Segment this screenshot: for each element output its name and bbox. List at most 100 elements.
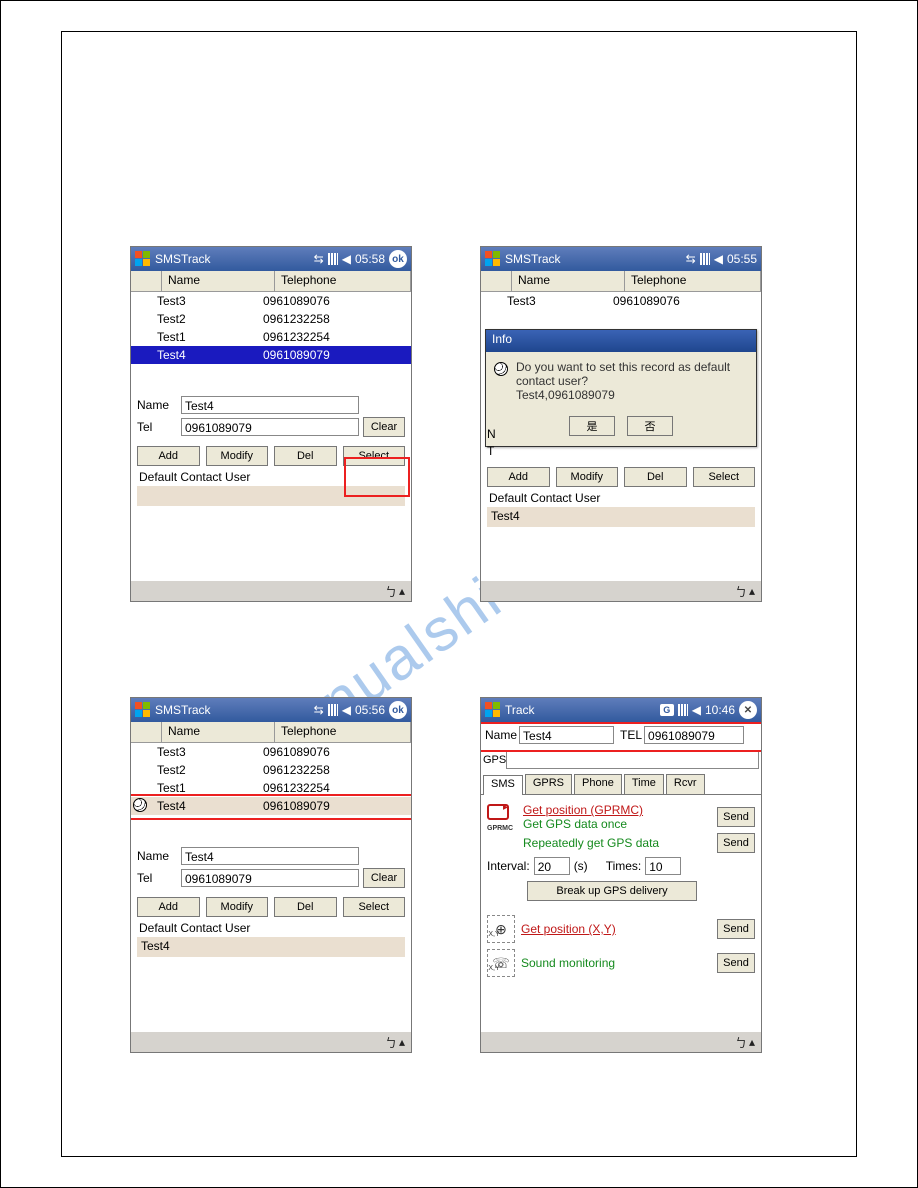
up-icon[interactable]: ▴ <box>749 584 755 598</box>
select-button[interactable]: Select <box>343 897 406 917</box>
default-contact-label: Default Contact User <box>481 489 761 507</box>
add-button[interactable]: Add <box>487 467 550 487</box>
table-header: Name Telephone <box>131 271 411 292</box>
table-row[interactable]: Test2 0961232258 <box>131 761 411 779</box>
name-input[interactable]: Test4 <box>181 847 359 865</box>
table-row[interactable]: Test2 0961232258 <box>131 310 411 328</box>
cell-tel: 0961232254 <box>257 330 411 344</box>
table-row[interactable]: Test1 0961232254 <box>131 779 411 797</box>
select-button[interactable]: Select <box>693 467 756 487</box>
default-contact-value <box>137 486 405 506</box>
cell-name: Test2 <box>151 763 257 777</box>
gps-label: GPS <box>483 754 506 766</box>
tel-label: Tel <box>137 420 177 434</box>
status-icons: ⇆ ◀ 05:58 <box>314 252 385 266</box>
tel-label: TEL <box>614 728 644 742</box>
table-row[interactable]: Test3 0961089076 <box>131 743 411 761</box>
tab-phone[interactable]: Phone <box>574 774 622 794</box>
app-title: Track <box>505 703 535 717</box>
sound-monitoring-text: Sound monitoring <box>521 956 711 970</box>
status-icons: ⇆ ◀ 05:56 <box>314 703 385 717</box>
tab-sms[interactable]: SMS <box>483 775 523 795</box>
up-icon[interactable]: ▴ <box>399 1035 405 1049</box>
up-icon[interactable]: ▴ <box>749 1035 755 1049</box>
default-contact-label: Default Contact User <box>131 919 411 937</box>
name-input[interactable]: Test4 <box>181 396 359 414</box>
add-button[interactable]: Add <box>137 446 200 466</box>
footer: ㄅ ▴ <box>131 579 411 601</box>
col-telephone: Telephone <box>625 271 761 291</box>
ok-button[interactable]: ok <box>389 701 407 719</box>
tel-input[interactable]: 0961089079 <box>644 726 744 744</box>
cell-tel: 0961089079 <box>257 348 411 362</box>
get-position-gprmc-link[interactable]: Get position (GPRMC) <box>523 803 711 817</box>
get-position-xy-link[interactable]: Get position (X,Y) <box>521 922 711 936</box>
ball-icon <box>494 362 508 376</box>
keyboard-icon[interactable]: ㄅ <box>735 583 747 600</box>
table-row[interactable]: Test3 0961089076 <box>131 292 411 310</box>
ball-icon <box>133 798 147 812</box>
add-button[interactable]: Add <box>137 897 200 917</box>
tab-time[interactable]: Time <box>624 774 664 794</box>
gps-input[interactable] <box>506 751 759 769</box>
default-contact-value: Test4 <box>137 937 405 957</box>
cell-name: Test2 <box>151 312 257 326</box>
table-row-selected[interactable]: Test4 0961089079 <box>131 346 411 364</box>
tel-input[interactable]: 0961089079 <box>181 869 359 887</box>
footer: ㄅ ▴ <box>131 1030 411 1052</box>
windows-logo-icon <box>485 251 501 267</box>
sync-icon: ⇆ <box>314 252 324 266</box>
get-gps-once-text: Get GPS data once <box>523 817 711 831</box>
volume-icon: ◀ <box>714 252 723 266</box>
break-delivery-button[interactable]: Break up GPS delivery <box>527 881 697 901</box>
send-button[interactable]: Send <box>717 833 755 853</box>
interval-input[interactable]: 20 <box>534 857 570 875</box>
target-xy-icon: ⊕X,Y <box>487 915 515 943</box>
cell-name: Test3 <box>501 294 607 308</box>
tab-gprs[interactable]: GPRS <box>525 774 572 794</box>
screen-track-sms: Track G ◀ 10:46 ✕ Name Test4 TEL 0961089… <box>480 697 762 1053</box>
cell-name: Test1 <box>151 781 257 795</box>
windows-logo-icon <box>135 702 151 718</box>
up-icon[interactable]: ▴ <box>399 584 405 598</box>
titlebar: SMSTrack ⇆ ◀ 05:58 ok <box>131 247 411 271</box>
signal-icon <box>700 253 710 265</box>
gprmc-label: GPRMC <box>487 825 513 832</box>
del-button[interactable]: Del <box>274 446 337 466</box>
send-button[interactable]: Send <box>717 953 755 973</box>
ear-icon: ☏X,Y <box>487 949 515 977</box>
tab-rcvr[interactable]: Rcvr <box>666 774 705 794</box>
table-row[interactable]: Test3 0961089076 <box>481 292 761 310</box>
cell-name: Test3 <box>151 745 257 759</box>
col-telephone: Telephone <box>275 271 411 291</box>
ok-button[interactable]: ok <box>389 250 407 268</box>
col-name: Name <box>512 271 625 291</box>
modify-button[interactable]: Modify <box>206 446 269 466</box>
modify-button[interactable]: Modify <box>206 897 269 917</box>
keyboard-icon[interactable]: ㄅ <box>385 583 397 600</box>
send-button[interactable]: Send <box>717 919 755 939</box>
footer: ㄅ ▴ <box>481 579 761 601</box>
clear-button[interactable]: Clear <box>363 417 405 437</box>
send-button[interactable]: Send <box>717 807 755 827</box>
footer: ㄅ ▴ <box>481 1030 761 1052</box>
table-row-default[interactable]: Test4 0961089079 <box>131 797 411 815</box>
close-button[interactable]: ✕ <box>739 701 757 719</box>
del-button[interactable]: Del <box>624 467 687 487</box>
keyboard-icon[interactable]: ㄅ <box>735 1034 747 1051</box>
keyboard-icon[interactable]: ㄅ <box>385 1034 397 1051</box>
clear-button[interactable]: Clear <box>363 868 405 888</box>
tel-input[interactable]: 0961089079 <box>181 418 359 436</box>
times-input[interactable]: 10 <box>645 857 681 875</box>
col-telephone: Telephone <box>275 722 411 742</box>
name-label: Name <box>137 849 177 863</box>
del-button[interactable]: Del <box>274 897 337 917</box>
signal-icon <box>678 704 688 716</box>
select-button[interactable]: Select <box>343 446 406 466</box>
table-row[interactable]: Test1 0961232254 <box>131 328 411 346</box>
cell-tel: 0961089076 <box>257 294 411 308</box>
status-icons: G ◀ 10:46 <box>660 703 735 717</box>
modify-button[interactable]: Modify <box>556 467 619 487</box>
name-input[interactable]: Test4 <box>519 726 614 744</box>
windows-logo-icon <box>485 702 501 718</box>
